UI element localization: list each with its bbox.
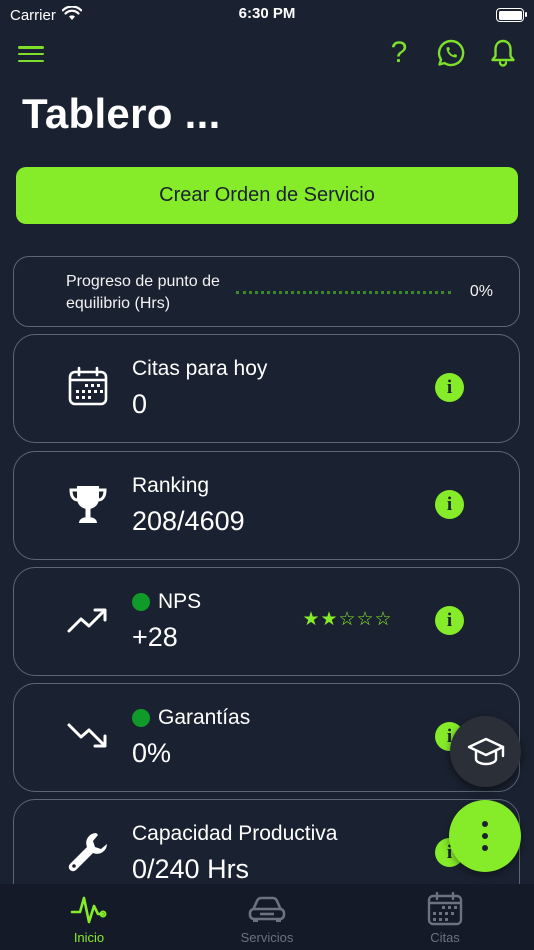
tab-inicio[interactable]: Inicio bbox=[0, 884, 178, 950]
progress-label: Progreso de punto de equilibrio (Hrs) bbox=[66, 273, 220, 312]
page-title: Tablero ... bbox=[22, 90, 221, 137]
star-empty-icon: ☆ bbox=[356, 609, 374, 630]
tab-bar: Inicio Servicios Citas bbox=[0, 884, 534, 950]
top-nav: ? bbox=[0, 36, 534, 74]
calendar-icon bbox=[66, 365, 110, 409]
ranking-card[interactable]: Ranking 208/4609 i bbox=[13, 451, 520, 560]
dashboard-scroll-area[interactable]: Progreso de punto de equilibrio (Hrs) 0%… bbox=[0, 256, 534, 884]
more-options-button[interactable] bbox=[449, 800, 521, 872]
graduation-cap-icon bbox=[467, 737, 504, 765]
status-left: Carrier bbox=[10, 4, 83, 25]
star-filled-icon: ★ bbox=[320, 609, 338, 630]
tab-label: Inicio bbox=[73, 930, 105, 945]
wifi-icon bbox=[61, 4, 83, 25]
wrench-icon bbox=[66, 830, 110, 874]
tab-label: Servicios bbox=[240, 930, 294, 945]
info-icon[interactable]: i bbox=[435, 373, 464, 402]
progress-bar bbox=[236, 291, 451, 294]
carrier-label: Carrier bbox=[10, 6, 56, 24]
card-value: 0 bbox=[132, 389, 148, 419]
create-service-order-button[interactable]: Crear Orden de Servicio bbox=[16, 167, 518, 224]
card-title: Garantías bbox=[132, 706, 250, 730]
card-title: Citas para hoy bbox=[132, 357, 268, 380]
trend-down-icon bbox=[66, 714, 110, 758]
break-even-progress-card: Progreso de punto de equilibrio (Hrs) 0% bbox=[13, 256, 520, 327]
status-bar: Carrier 6:30 PM bbox=[0, 0, 534, 30]
whatsapp-icon[interactable] bbox=[436, 36, 466, 70]
tab-citas[interactable]: Citas bbox=[356, 884, 534, 950]
card-title: NPS bbox=[132, 590, 201, 614]
productive-capacity-card[interactable]: Capacidad Productiva 0/240 Hrs i bbox=[13, 799, 520, 884]
card-value: 0/240 Hrs bbox=[132, 854, 250, 884]
star-filled-icon: ★ bbox=[302, 609, 320, 630]
nps-card[interactable]: NPS +28 ★ ★ ☆ ☆ ☆ i bbox=[13, 567, 520, 676]
menu-icon[interactable] bbox=[18, 42, 44, 66]
dot bbox=[482, 821, 488, 827]
progress-value: 0% bbox=[469, 283, 493, 300]
tab-label: Citas bbox=[430, 930, 460, 945]
card-title: Capacidad Productiva bbox=[132, 822, 338, 845]
help-icon[interactable]: ? bbox=[384, 36, 414, 70]
card-value: 208/4609 bbox=[132, 506, 245, 536]
status-dot bbox=[132, 593, 150, 611]
star-rating: ★ ★ ☆ ☆ ☆ bbox=[302, 608, 392, 631]
calendar-icon bbox=[427, 892, 463, 926]
battery-icon bbox=[496, 8, 527, 22]
card-value: 0% bbox=[132, 738, 172, 768]
appointments-today-card[interactable]: Citas para hoy 0 i bbox=[13, 334, 520, 443]
activity-icon bbox=[70, 892, 108, 926]
bell-icon[interactable] bbox=[488, 36, 518, 70]
star-empty-icon: ☆ bbox=[338, 609, 356, 630]
car-icon bbox=[248, 892, 286, 926]
trophy-icon bbox=[66, 482, 110, 526]
tab-servicios[interactable]: Servicios bbox=[178, 884, 356, 950]
card-title: Ranking bbox=[132, 474, 210, 497]
dot bbox=[482, 845, 488, 851]
star-empty-icon: ☆ bbox=[374, 609, 392, 630]
nav-icons: ? bbox=[384, 36, 518, 70]
card-value: +28 bbox=[132, 622, 178, 652]
trend-up-icon bbox=[66, 598, 110, 642]
info-icon[interactable]: i bbox=[435, 490, 464, 519]
info-icon[interactable]: i bbox=[435, 606, 464, 635]
dot bbox=[482, 833, 488, 839]
status-dot bbox=[132, 709, 150, 727]
warranties-card[interactable]: Garantías 0% i bbox=[13, 683, 520, 792]
training-button[interactable] bbox=[450, 716, 521, 787]
